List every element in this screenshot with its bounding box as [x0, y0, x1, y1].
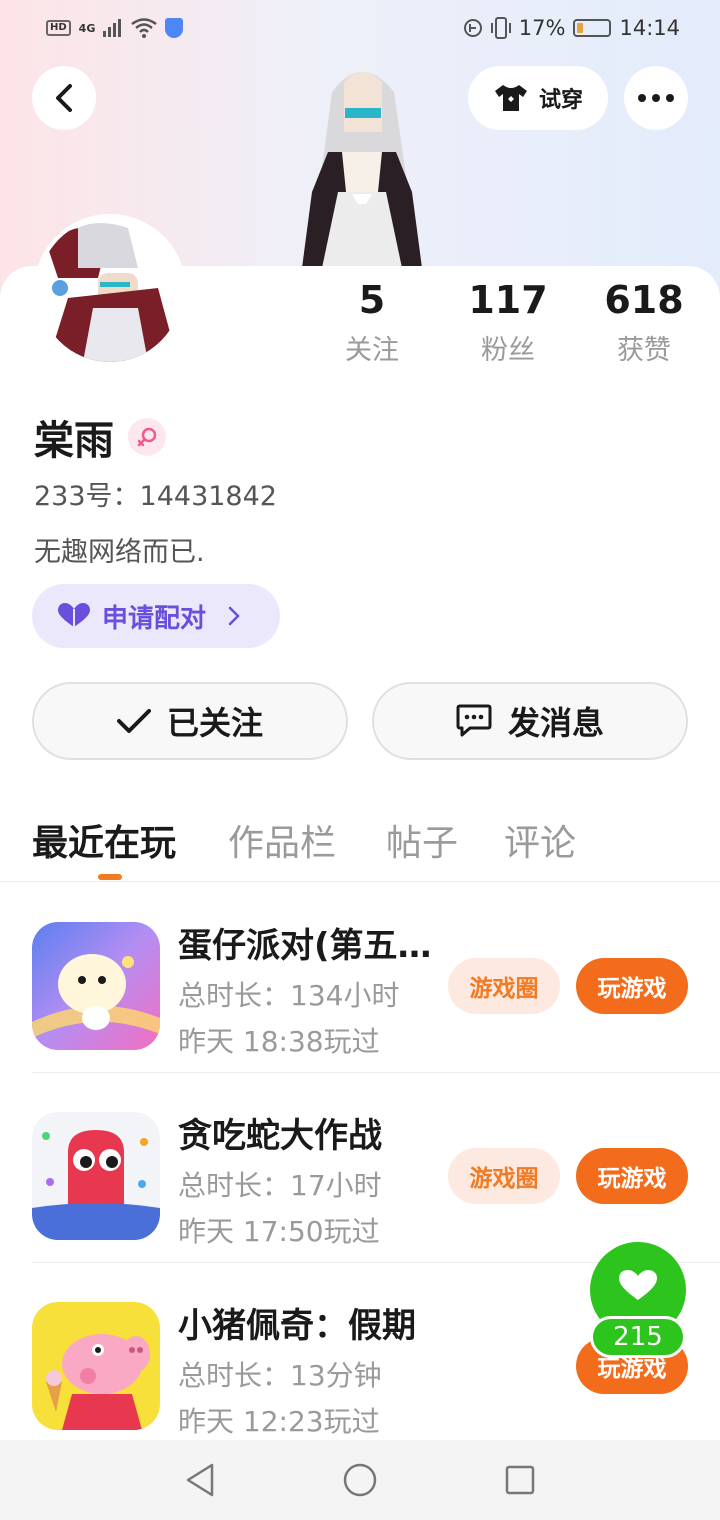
square-recents-icon [505, 1465, 535, 1495]
send-message-label: 发消息 [507, 704, 604, 742]
stat-likes-label: 获赞 [617, 335, 671, 366]
battery-percent: 17% [518, 16, 566, 40]
user-id: 233号：14431842 [34, 481, 277, 512]
tab-posts[interactable]: 帖子 [386, 814, 458, 866]
game-last-played: 昨天 18:38玩过 [178, 1025, 380, 1058]
like-count: 215 [590, 1316, 686, 1358]
game-icon-peppa-pig [32, 1302, 160, 1430]
stat-following-label: 关注 [345, 335, 399, 366]
stat-likes[interactable]: 618 获赞 [584, 278, 704, 367]
triangle-back-icon [186, 1463, 214, 1497]
play-game-button[interactable]: 玩游戏 [576, 1148, 688, 1204]
game-total-time: 总时长：17小时 [178, 1169, 382, 1202]
nfc-icon [463, 19, 482, 37]
list-item[interactable]: 蛋仔派对(第五… 总时长：134小时 昨天 18:38玩过 游戏圈 玩游戏 [0, 882, 720, 1072]
try-on-label: 试穿 [538, 88, 583, 113]
hd-indicator: HD [46, 20, 71, 36]
game-title: 蛋仔派对(第五… [178, 926, 432, 966]
more-button[interactable] [624, 66, 688, 130]
user-bio: 无趣网络而已. [34, 537, 205, 568]
circle-home-icon [343, 1463, 377, 1497]
back-button[interactable] [32, 66, 96, 130]
tshirt-icon [494, 85, 527, 111]
clock: 14:14 [619, 16, 680, 40]
game-circle-button[interactable]: 游戏圈 [448, 958, 560, 1014]
tab-recently-played[interactable]: 最近在玩 [32, 814, 176, 866]
heart-icon [58, 603, 90, 627]
play-game-button[interactable]: 玩游戏 [576, 958, 688, 1014]
system-navigation-bar [0, 1440, 720, 1520]
request-pair-button[interactable]: 申请配对 [32, 584, 280, 648]
stat-followers[interactable]: 117 粉丝 [448, 278, 568, 367]
send-message-button[interactable]: 发消息 [372, 682, 688, 760]
follow-button[interactable]: 已关注 [32, 682, 348, 760]
tab-works[interactable]: 作品栏 [228, 814, 336, 866]
status-bar: HD 4G 17% 14:14 [0, 0, 720, 56]
check-icon [116, 709, 151, 733]
stat-followers-value: 117 [468, 278, 548, 322]
name-row: 棠雨 [34, 408, 166, 466]
game-last-played: 昨天 17:50玩过 [178, 1215, 380, 1248]
game-circle-button[interactable]: 游戏圈 [448, 1148, 560, 1204]
divider [32, 1072, 720, 1073]
stat-following[interactable]: 5 关注 [312, 278, 432, 367]
game-total-time: 总时长：134小时 [178, 979, 400, 1012]
female-icon [128, 418, 166, 456]
game-icon-snake [32, 1112, 160, 1240]
try-on-button[interactable]: 试穿 [468, 66, 608, 130]
network-4g-indicator: 4G [78, 21, 96, 35]
nav-back-button[interactable] [180, 1462, 220, 1498]
stat-likes-value: 618 [604, 278, 684, 322]
tab-comments[interactable]: 评论 [504, 814, 576, 866]
wifi-icon [131, 18, 158, 38]
stat-following-value: 5 [358, 278, 386, 322]
chevron-left-icon [56, 84, 72, 112]
list-item[interactable]: 贪吃蛇大作战 总时长：17小时 昨天 17:50玩过 游戏圈 玩游戏 [0, 1072, 720, 1262]
nav-recents-button[interactable] [500, 1462, 540, 1498]
user-name: 棠雨 [34, 418, 114, 464]
nav-home-button[interactable] [340, 1462, 380, 1498]
game-title: 小猪佩奇：假期 [178, 1306, 416, 1346]
chat-bubble-icon [456, 704, 492, 737]
signal-icon [103, 19, 122, 37]
game-last-played: 昨天 12:23玩过 [178, 1405, 380, 1438]
security-shield-icon [165, 18, 184, 38]
game-icon-eggy-party [32, 922, 160, 1050]
heart-icon [619, 1270, 657, 1300]
game-title: 贪吃蛇大作战 [178, 1116, 382, 1156]
tab-active-indicator [98, 874, 122, 880]
profile-stats: 5 关注 117 粉丝 618 获赞 [0, 278, 720, 378]
battery-icon [573, 19, 612, 37]
game-total-time: 总时长：13分钟 [178, 1359, 382, 1392]
vibrate-icon [490, 17, 511, 39]
profile-tabs: 最近在玩 作品栏 帖子 评论 [0, 810, 720, 882]
chevron-right-icon [228, 606, 240, 626]
request-pair-label: 申请配对 [102, 603, 207, 634]
follow-button-label: 已关注 [166, 704, 263, 742]
stat-followers-label: 粉丝 [481, 335, 535, 366]
avatar-character-figure [282, 52, 442, 268]
more-dots-icon [638, 94, 674, 102]
